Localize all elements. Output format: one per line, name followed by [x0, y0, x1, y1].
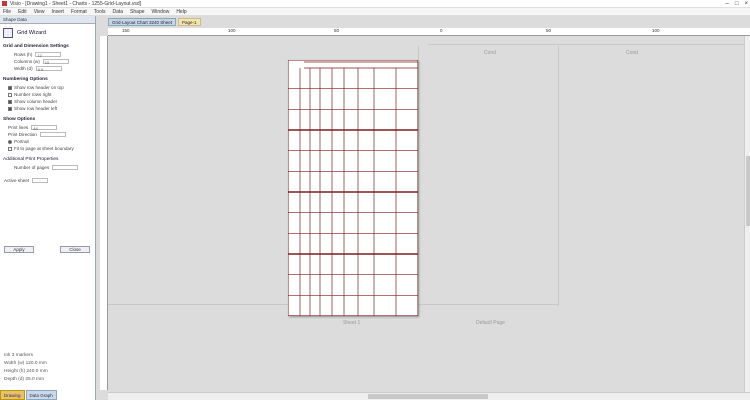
- option-checkbox[interactable]: Show row header on top: [0, 84, 95, 91]
- fit-page-checkbox[interactable]: Fit to page at sheet boundary: [0, 145, 95, 152]
- grid-icon: [3, 28, 13, 38]
- menu-item[interactable]: File: [3, 9, 11, 15]
- section-additional: Additional Print Properties: [3, 157, 59, 162]
- show-row: Print lines All: [0, 124, 95, 131]
- show-row: Print Direction: [0, 131, 95, 138]
- ruler-vertical: [100, 36, 108, 390]
- field-row: Rows (h) 12: [0, 51, 95, 58]
- info-line: Depth (d) 25.0 mm: [4, 377, 44, 382]
- show-label: Print lines: [8, 125, 29, 130]
- window-controls: – □ ×: [726, 0, 748, 8]
- scroll-thumb[interactable]: [368, 394, 488, 399]
- option-checkbox[interactable]: Number rows right: [0, 91, 95, 98]
- section-size: Grid and Dimension Settings: [3, 44, 69, 49]
- button-row: Apply Close: [4, 246, 90, 253]
- section-options: Numbering Options: [3, 77, 48, 82]
- checkbox-label: Show row header on top: [14, 85, 64, 90]
- menu-item[interactable]: Data: [112, 9, 123, 15]
- field-row: Columns (w) 10: [0, 58, 95, 65]
- page-guide-line: [418, 46, 419, 316]
- window-title: Visio - [Drawing1 - Sheet1 - Charts - 12…: [10, 0, 142, 7]
- grid-graphic: [287, 59, 419, 317]
- horizontal-scrollbar[interactable]: [108, 392, 750, 400]
- checkbox-icon[interactable]: [8, 106, 12, 111]
- info-line: Height (h) 240.0 mm: [4, 369, 48, 374]
- scroll-thumb[interactable]: [746, 156, 750, 226]
- ruler-horizontal: 150 100 50 0 50 100: [108, 28, 750, 36]
- top-label-2: Cond: [626, 50, 638, 56]
- pages-field[interactable]: [52, 165, 79, 170]
- app-icon: [2, 1, 7, 6]
- field-label: Width (d): [14, 66, 33, 71]
- checkbox-icon[interactable]: [8, 92, 12, 97]
- menu-item[interactable]: Help: [176, 9, 186, 15]
- tool-name: Grid Wizard: [17, 30, 47, 36]
- checkbox-label: Show row header left: [14, 106, 58, 111]
- ruler-label: 50: [546, 28, 552, 33]
- document-tabs: Grid-Layout Chart 3240 Sheet Page-1: [108, 18, 201, 26]
- close-button[interactable]: Close: [60, 246, 90, 253]
- drawing-canvas[interactable]: Cond Cond Sheet 1 Default Page: [108, 36, 748, 392]
- menu-item[interactable]: Shape: [130, 9, 144, 15]
- apply-button[interactable]: Apply: [4, 246, 34, 253]
- panel-header: Shape Data: [0, 16, 95, 24]
- checkbox-icon[interactable]: [8, 99, 12, 104]
- tool-title: Grid Wizard: [0, 24, 95, 42]
- field-input[interactable]: 10: [42, 59, 69, 65]
- field-label: Rows (h): [14, 52, 33, 57]
- option-checkbox[interactable]: Show row header left: [0, 105, 95, 112]
- menu-item[interactable]: Format: [71, 9, 87, 15]
- radio-portrait[interactable]: Portrait: [0, 138, 95, 145]
- additional-row: Number of pages: [0, 164, 95, 171]
- menu-item[interactable]: Tools: [94, 9, 106, 15]
- radio-icon[interactable]: [8, 139, 12, 144]
- ruler-label: 50: [334, 28, 340, 33]
- panel-tab[interactable]: Data Graph: [25, 390, 57, 400]
- ruler-label: 100: [228, 28, 236, 33]
- show-label: Print Direction: [8, 132, 37, 137]
- checkbox-label: Number rows right: [14, 92, 52, 97]
- field-row: Width (d) 5.5: [0, 65, 95, 72]
- option-checkbox[interactable]: Show column header: [0, 98, 95, 105]
- checkbox-label: Show column header: [14, 99, 58, 104]
- field-input[interactable]: 12: [35, 52, 62, 58]
- info-line: Width (w) 120.0 mm: [4, 361, 47, 366]
- title-bar: Visio - [Drawing1 - Sheet1 - Charts - 12…: [0, 0, 750, 8]
- field-input[interactable]: 5.5: [35, 66, 62, 72]
- menu-item[interactable]: Window: [152, 9, 170, 15]
- minimize-icon[interactable]: –: [726, 0, 729, 8]
- menu-item[interactable]: Edit: [18, 9, 27, 15]
- ruler-label: 150: [122, 28, 130, 33]
- sheet-label: Sheet 1: [343, 320, 361, 326]
- page-guide-line: [558, 46, 559, 306]
- show-select[interactable]: All: [31, 125, 58, 131]
- active-sheet-row: Active sheet: [0, 177, 95, 184]
- page-guide-line: [428, 44, 748, 45]
- document-tab[interactable]: Page-1: [178, 18, 201, 26]
- menu-bar: File Edit View Insert Format Tools Data Shape Wi…: [0, 8, 750, 16]
- panel-tab[interactable]: Drawing: [0, 390, 25, 400]
- top-label-1: Cond: [484, 50, 496, 56]
- panel-tabs: Drawing Data Graph: [0, 390, 96, 400]
- side-panel: Shape Data Grid Wizard Grid and Dimensio…: [0, 16, 96, 400]
- ruler-label: 100: [652, 28, 660, 33]
- section-show: Show Options: [3, 117, 36, 122]
- close-icon[interactable]: ×: [744, 0, 748, 8]
- checkbox-icon[interactable]: [8, 146, 12, 151]
- document-tab[interactable]: Grid-Layout Chart 3240 Sheet: [108, 18, 177, 26]
- show-select[interactable]: [39, 132, 66, 137]
- dimension-info: Ink 3 markers Width (w) 120.0 mm Height (h…: [4, 352, 48, 384]
- checkbox-icon[interactable]: [8, 85, 12, 90]
- info-line: Ink 3 markers: [4, 353, 34, 358]
- default-page-label: Default Page: [476, 320, 505, 326]
- maximize-icon[interactable]: □: [735, 0, 739, 8]
- vertical-scrollbar[interactable]: [744, 36, 750, 392]
- active-sheet-select[interactable]: [32, 178, 49, 183]
- field-label: Columns (w): [14, 59, 40, 64]
- menu-item[interactable]: Insert: [51, 9, 64, 15]
- menu-item[interactable]: View: [34, 9, 45, 15]
- grid-sheet[interactable]: [287, 59, 419, 317]
- ruler-label: 0: [440, 28, 443, 33]
